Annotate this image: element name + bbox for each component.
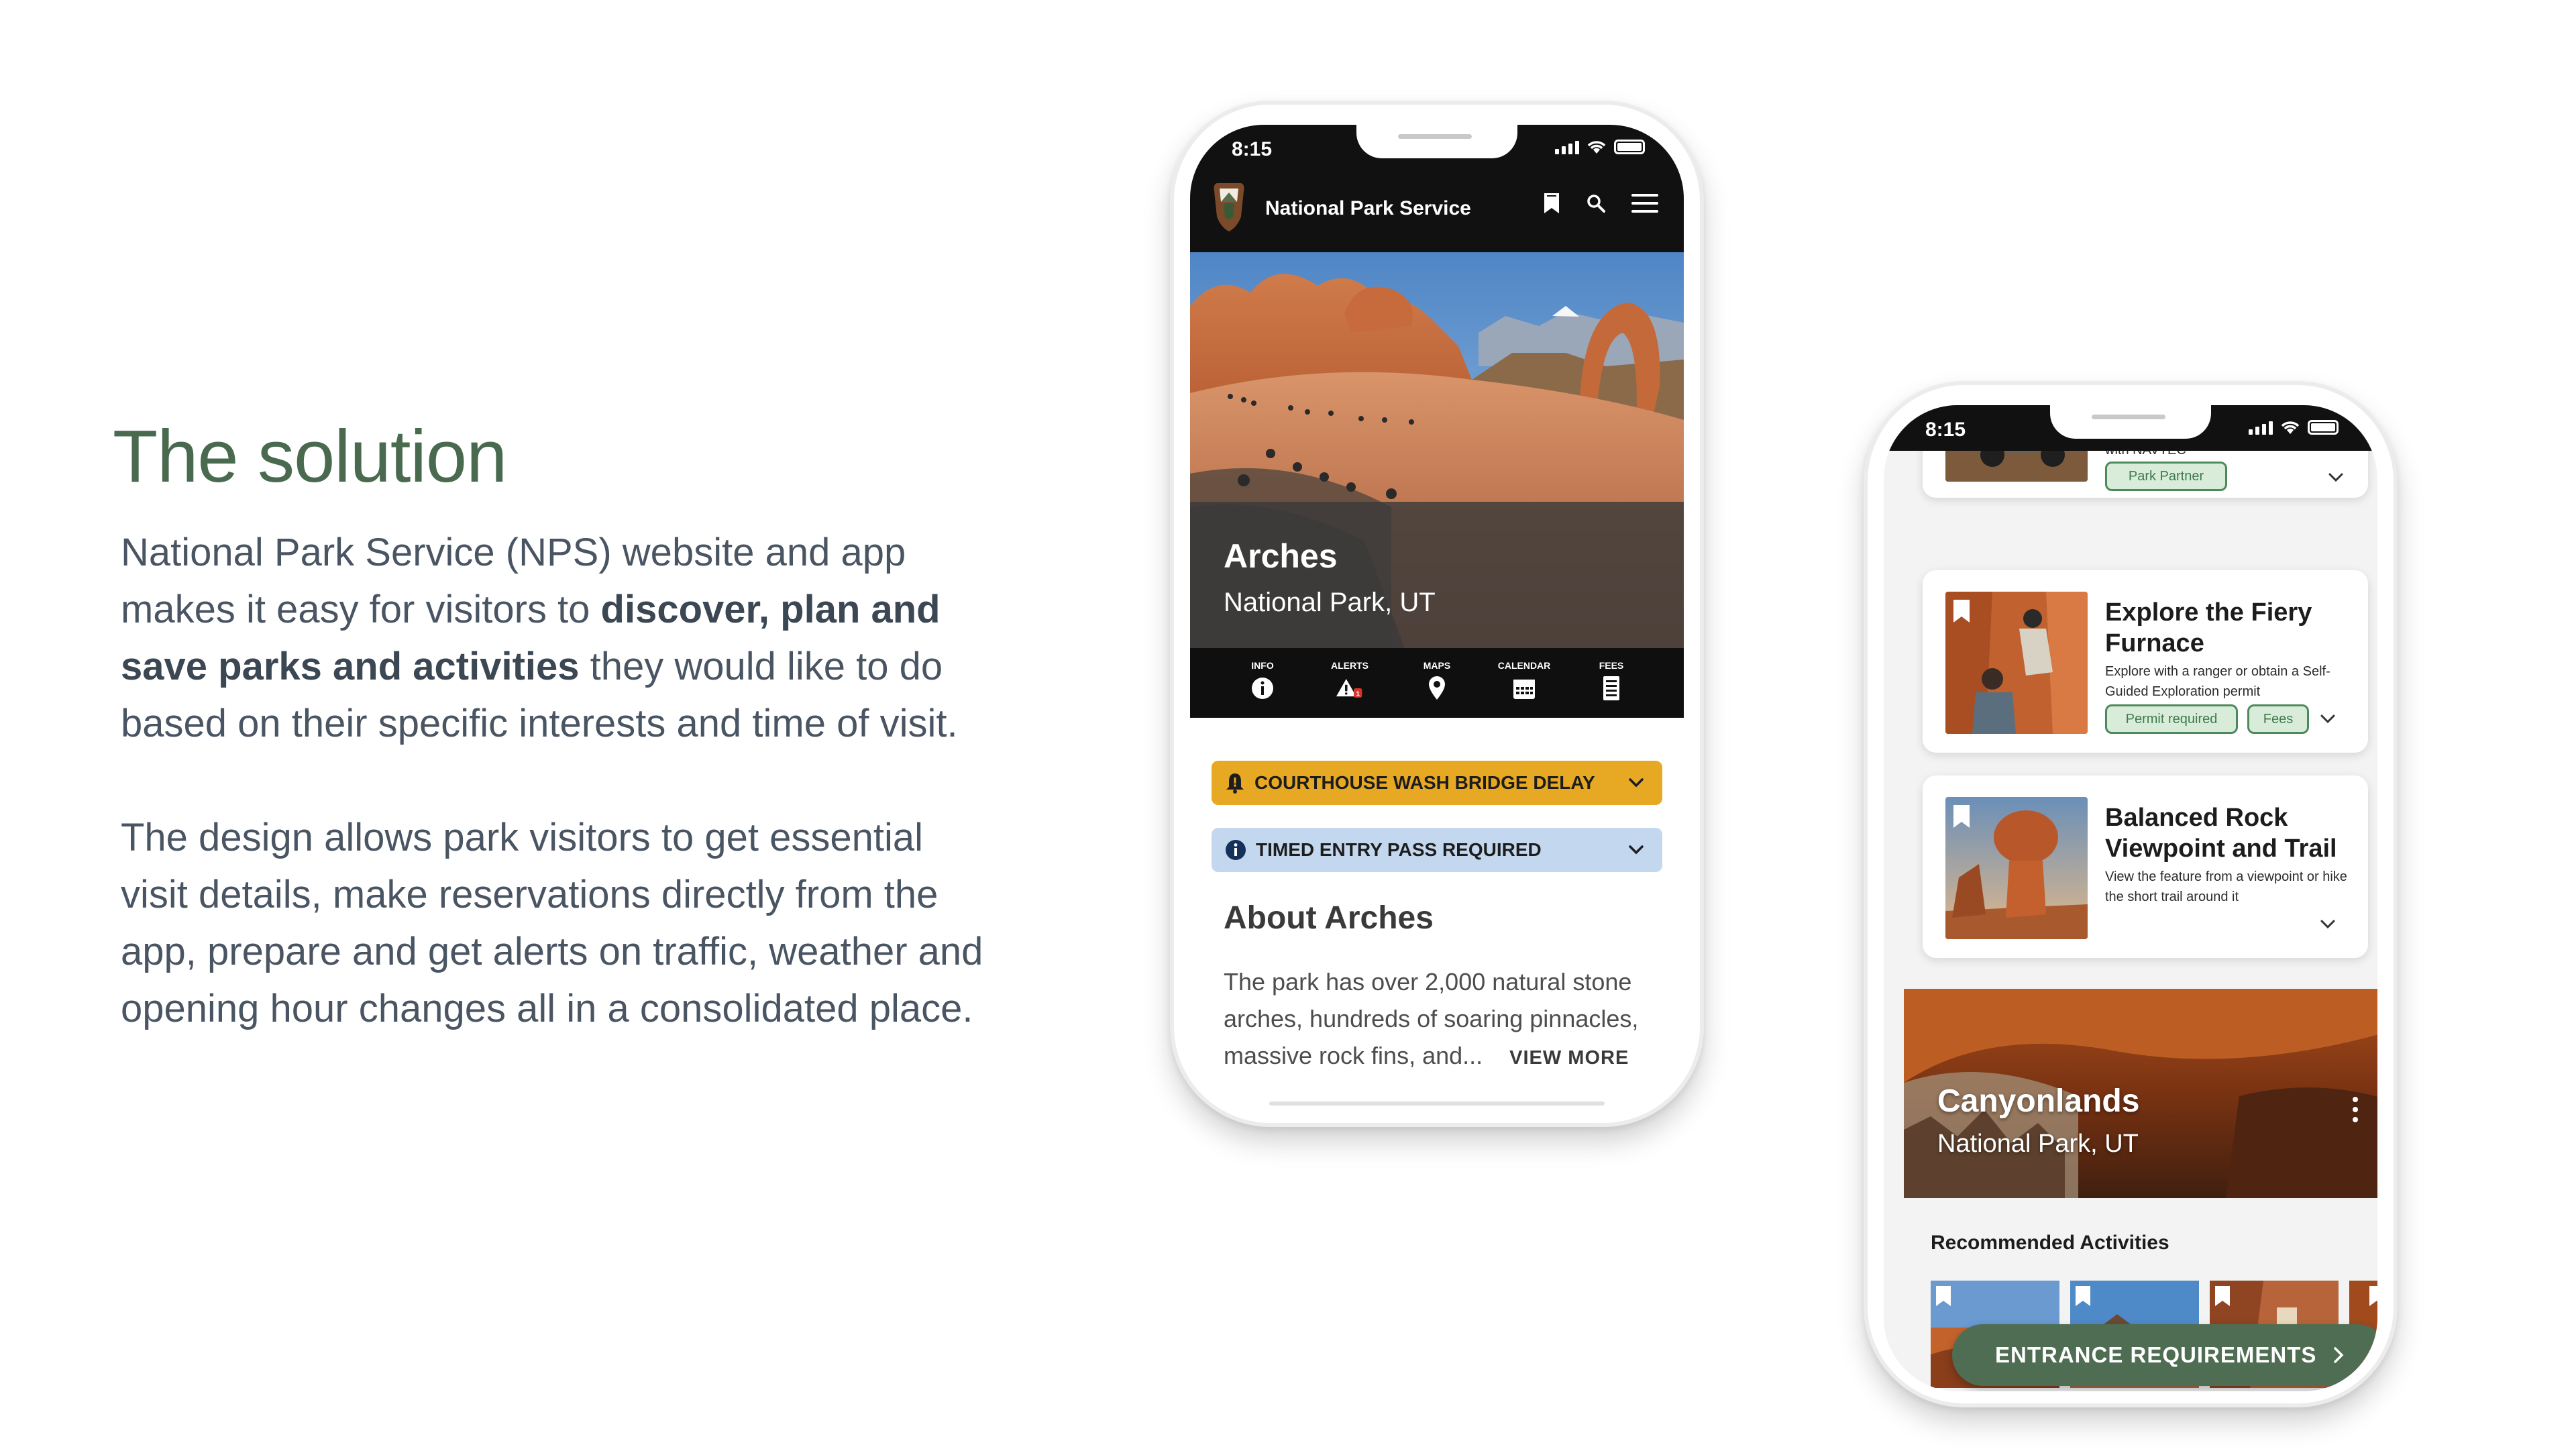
- wifi-icon: [2281, 421, 2300, 434]
- alert-text: COURTHOUSE WASH BRIDGE DELAY: [1254, 772, 1595, 793]
- home-indicator: [1269, 1102, 1605, 1106]
- park-hero-image: Arches National Park, UT: [1190, 252, 1684, 648]
- park-location: National Park, UT: [1224, 588, 1436, 617]
- alert-banner-bridge-delay[interactable]: COURTHOUSE WASH BRIDGE DELAY: [1212, 761, 1662, 805]
- tab-info[interactable]: INFO: [1232, 660, 1293, 718]
- park-name: Arches: [1224, 537, 1338, 575]
- activity-card-balanced-rock[interactable]: Balanced Rock Viewpoint and Trail View t…: [1923, 775, 2368, 958]
- intro-paragraph: National Park Service (NPS) website and …: [121, 531, 958, 745]
- bookmark-icon[interactable]: [1952, 598, 1971, 624]
- calendar-icon: [1513, 680, 1535, 699]
- chevron-down-icon[interactable]: [2326, 468, 2345, 487]
- bookmark-icon[interactable]: [1543, 192, 1560, 215]
- app-header: 8:15 National Park Service: [1190, 125, 1684, 252]
- entrance-requirements-button[interactable]: ENTRANCE REQUIREMENTS: [1952, 1324, 2377, 1386]
- chevron-right-icon: [2334, 1347, 2344, 1363]
- tag-permit-required: Permit required: [2105, 704, 2238, 734]
- bookmark-icon[interactable]: [1952, 804, 1971, 829]
- tab-fees[interactable]: FEES: [1580, 660, 1642, 718]
- chevron-down-icon[interactable]: [2318, 915, 2337, 934]
- alert-icon: 1: [1336, 679, 1362, 698]
- phone-notch: [2050, 405, 2211, 439]
- signal-icon: [2249, 421, 2273, 435]
- featured-park-name: Canyonlands: [1937, 1083, 2140, 1119]
- chevron-down-icon[interactable]: [2318, 710, 2337, 729]
- about-text: The park has over 2,000 natural stone ar…: [1224, 968, 1639, 1069]
- receipt-icon: [1603, 676, 1619, 700]
- tab-alerts[interactable]: ALERTS 1: [1319, 660, 1381, 718]
- chevron-down-icon: [1629, 845, 1644, 855]
- phone-notch: [1356, 125, 1517, 158]
- more-options-icon[interactable]: [2352, 1096, 2359, 1123]
- phone-mockup-park-detail: 8:15 National Park Service Arches Nation…: [1170, 101, 1704, 1127]
- view-more-link[interactable]: VIEW MORE: [1509, 1047, 1629, 1069]
- alert-text: TIMED ENTRY PASS REQUIRED: [1256, 839, 1542, 860]
- chevron-down-icon: [1629, 778, 1644, 788]
- tab-maps[interactable]: MAPS: [1406, 660, 1468, 718]
- tab-calendar[interactable]: CALENDAR: [1493, 660, 1555, 718]
- design-paragraph: The design allows park visitors to get e…: [121, 816, 983, 1030]
- info-icon: [1252, 678, 1273, 699]
- activity-description: Explore with a ranger or obtain a Self-G…: [2105, 664, 2330, 699]
- section-heading: The solution: [113, 415, 507, 498]
- featured-park-card[interactable]: Canyonlands National Park, UT: [1904, 989, 2377, 1198]
- tag-park-partner: Park Partner: [2105, 462, 2227, 491]
- nps-arrowhead-logo: [1214, 183, 1244, 231]
- phone-screen: Two National Park 4X4 tours into one day…: [1884, 405, 2377, 1391]
- bell-icon: [1226, 773, 1244, 794]
- activity-thumbnail: [1945, 592, 2088, 734]
- featured-park-location: National Park, UT: [1937, 1130, 2139, 1158]
- activity-title: Balanced Rock Viewpoint and Trail: [2105, 804, 2337, 863]
- recommended-heading: Recommended Activities: [1931, 1232, 2169, 1254]
- phone-mockup-activities: Two National Park 4X4 tours into one day…: [1864, 381, 2398, 1407]
- battery-icon: [2308, 420, 2339, 435]
- phone-screen: 8:15 National Park Service Arches Nation…: [1190, 125, 1684, 1111]
- search-icon[interactable]: [1586, 193, 1606, 213]
- wifi-icon: [1587, 141, 1606, 154]
- status-time: 8:15: [1232, 138, 1273, 160]
- status-bar-background: 8:15: [1884, 405, 2377, 451]
- solution-copy: The solution National Park Service (NPS)…: [113, 416, 985, 1037]
- park-hero-caption: Arches National Park, UT: [1190, 502, 1684, 648]
- tag-fees: Fees: [2247, 704, 2309, 734]
- cta-label: ENTRANCE REQUIREMENTS: [1995, 1342, 2317, 1367]
- battery-icon: [1614, 140, 1645, 154]
- activity-thumbnail: [1945, 797, 2088, 939]
- svg-text:1: 1: [1356, 690, 1360, 698]
- signal-icon: [1555, 141, 1579, 154]
- map-pin-icon: [1429, 676, 1445, 700]
- info-icon: [1226, 840, 1246, 860]
- activity-card-fiery-furnace[interactable]: Explore the Fiery Furnace Explore with a…: [1923, 570, 2368, 753]
- alert-banner-timed-entry[interactable]: TIMED ENTRY PASS REQUIRED: [1212, 828, 1662, 872]
- menu-icon[interactable]: [1631, 193, 1658, 214]
- activity-description: View the feature from a viewpoint or hik…: [2105, 869, 2347, 904]
- activity-title: Explore the Fiery Furnace: [2105, 598, 2312, 657]
- status-time: 8:15: [1925, 419, 1966, 441]
- app-title: National Park Service: [1265, 197, 1471, 219]
- park-tab-bar: INFO ALERTS 1 MAPS CALENDAR FEES: [1190, 648, 1684, 718]
- about-heading: About Arches: [1224, 900, 1434, 936]
